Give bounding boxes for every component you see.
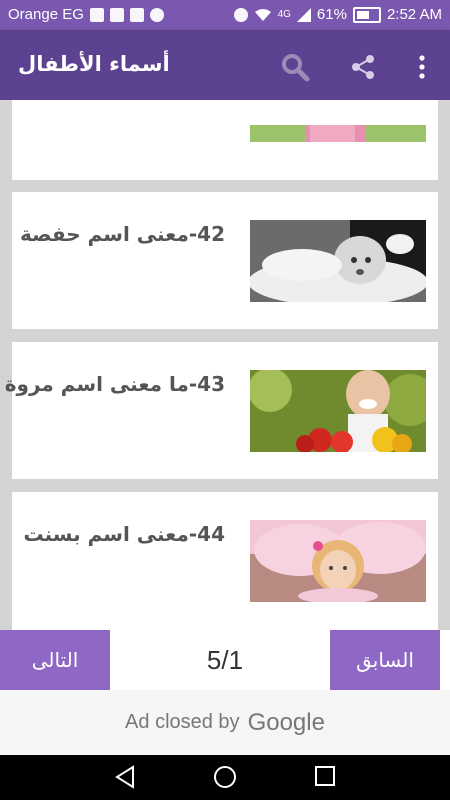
network-type: 4G [277,9,291,20]
clock: 2:52 AM [386,6,442,23]
pagination-bar: التالى 5/1 السابق [0,630,450,690]
home-icon[interactable] [213,765,237,789]
google-logo: Google [247,708,325,736]
page-indicator: 5/1 [206,644,244,675]
names-list[interactable]: 42-معنى اسم حفصة 43-ما معنى اسم مروة 44-… [0,100,450,630]
status-left: Orange EG [8,6,164,23]
card-title: 42-معنى اسم حفصة [20,222,225,246]
search-icon[interactable] [280,52,310,82]
recents-icon[interactable] [314,765,336,787]
list-item[interactable] [12,100,438,180]
list-item[interactable]: 43-ما معنى اسم مروة [5,342,438,479]
list-item[interactable]: 42-معنى اسم حفصة [12,192,438,329]
signal-icon [296,7,311,22]
list-item[interactable]: 44-معنى اسم بسنت [12,492,438,630]
card-thumbnail [250,125,426,142]
ad-closed-text: Ad closed by [125,711,240,733]
wifi-icon [254,8,271,21]
share-icon[interactable] [348,52,378,82]
card-title: 43-ما معنى اسم مروة [4,372,225,396]
notification-image-icon [129,7,144,22]
previous-button[interactable]: السابق [330,630,440,690]
battery-icon [352,6,381,23]
app-title: أسماء الأطفال [18,52,170,76]
system-nav-bar [0,755,450,800]
carrier-label: Orange EG [8,6,84,23]
battery-percent: 61% [316,6,347,23]
notification-app-icon [89,7,104,22]
app-bar: أسماء الأطفال [0,30,450,100]
card-thumbnail [250,220,426,302]
status-bar: Orange EG 4G 61% 2:52 AM [0,0,450,30]
notification-medical-icon [109,7,124,22]
next-button[interactable]: التالى [0,630,110,690]
alarm-icon [233,7,248,22]
card-thumbnail [250,370,426,452]
card-thumbnail [250,520,426,602]
card-title: 44-معنى اسم بسنت [23,522,225,546]
ad-banner: Ad closed by Google [0,690,450,755]
phone-icon [149,7,164,22]
more-options-icon[interactable] [410,52,440,82]
status-right: 4G 61% 2:52 AM [233,6,442,23]
back-icon[interactable] [114,765,136,789]
